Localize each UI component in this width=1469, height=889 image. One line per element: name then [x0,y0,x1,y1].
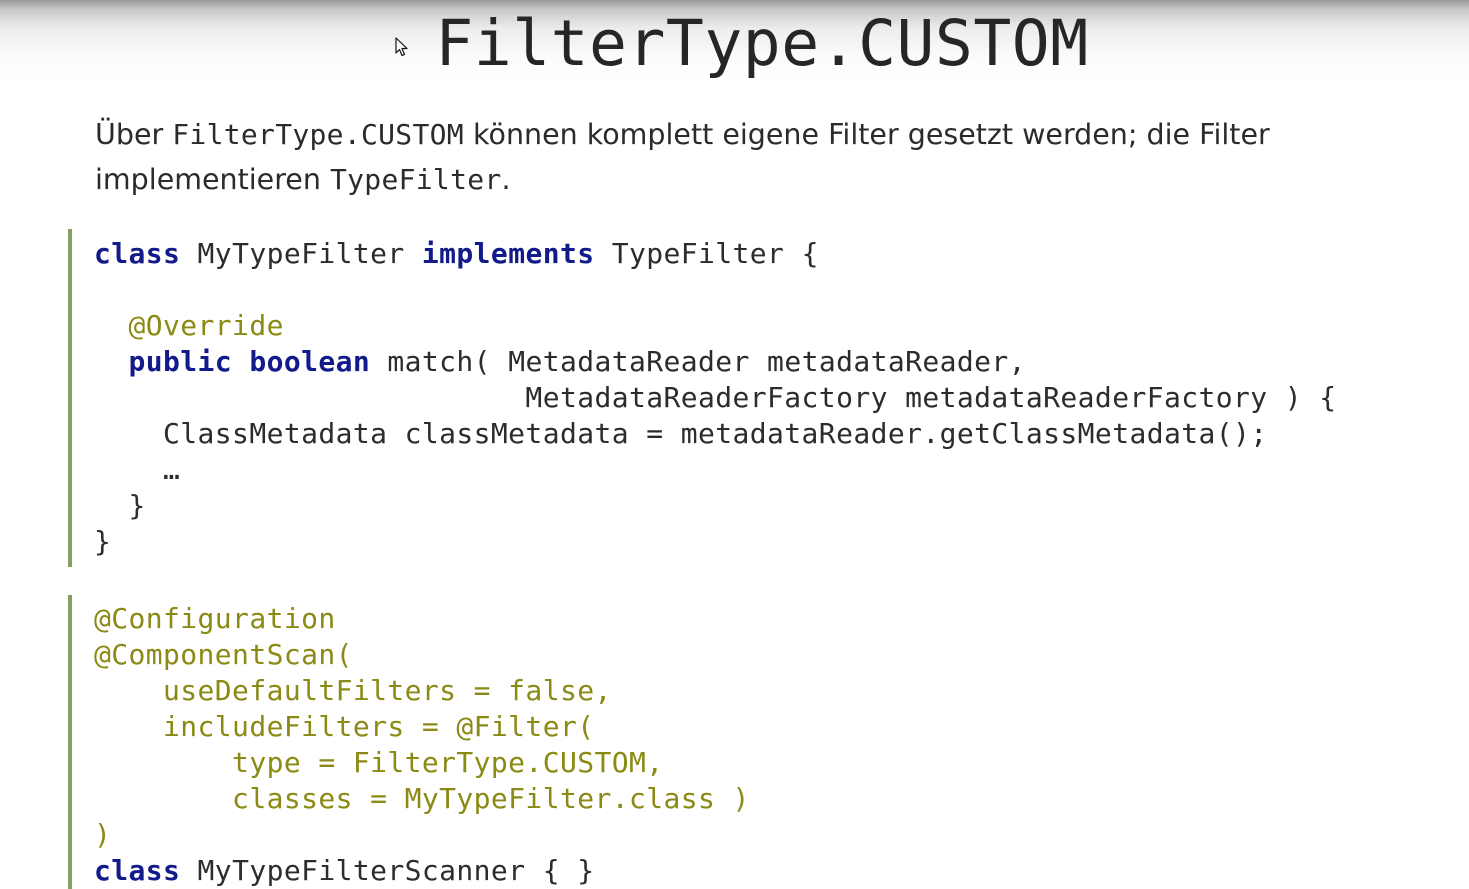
code-text: TypeFilter { [594,237,819,270]
intro-code-typefilter: TypeFilter [329,163,502,196]
annotation-componentscan: @ComponentScan( [94,638,353,671]
keyword-class: class [94,854,181,887]
code-line-usedefaultfilters: useDefaultFilters = false, [94,674,612,707]
code-line-class-scanner: class MyTypeFilterScanner { } [94,854,594,887]
annotation-override: @Override [128,309,284,342]
code-text: MyTypeFilter [180,237,422,270]
code-line-1: class MyTypeFilter implements TypeFilter… [94,237,819,270]
code-listing-1: class MyTypeFilter implements TypeFilter… [94,229,1368,560]
code-line-close-paren: ) [94,818,112,851]
keyword-public: public [128,345,233,378]
intro-code-filtertype-custom: FilterType.CUSTOM [172,118,464,151]
code-line-5: MetadataReaderFactory metadataReaderFact… [94,381,1337,414]
code-line-9: } [94,525,112,558]
intro-text-3: . [501,163,511,196]
intro-paragraph: Über FilterType.CUSTOM können komplett e… [95,112,1385,202]
code-line-classes: classes = MyTypeFilter.class ) [94,782,750,815]
code-block-configuration: @Configuration @ComponentScan( useDefaul… [68,595,1368,889]
code-line-7: … [94,453,181,486]
code-line-8: } [94,489,146,522]
code-block-mytypefilter: class MyTypeFilter implements TypeFilter… [68,229,1368,567]
annotation-configuration: @Configuration [94,602,336,635]
keyword-class: class [94,237,181,270]
keyword-boolean: boolean [249,345,371,378]
keyword-implements: implements [421,237,595,270]
code-listing-2: @Configuration @ComponentScan( useDefaul… [94,595,1368,889]
code-line-includefilters: includeFilters = @Filter( [94,710,595,743]
code-line-type: type = FilterType.CUSTOM, [94,746,664,779]
code-line-6: ClassMetadata classMetadata = metadataRe… [94,417,1268,450]
code-text: match( MetadataReader metadataReader, [370,345,1026,378]
intro-text-1: Über [95,118,173,151]
code-text: MyTypeFilterScanner { } [180,854,595,887]
slide-title: FilterType.CUSTOM [435,7,1089,80]
code-line-4: public boolean match( MetadataReader met… [94,345,1026,378]
code-line-3: @Override [94,309,284,342]
